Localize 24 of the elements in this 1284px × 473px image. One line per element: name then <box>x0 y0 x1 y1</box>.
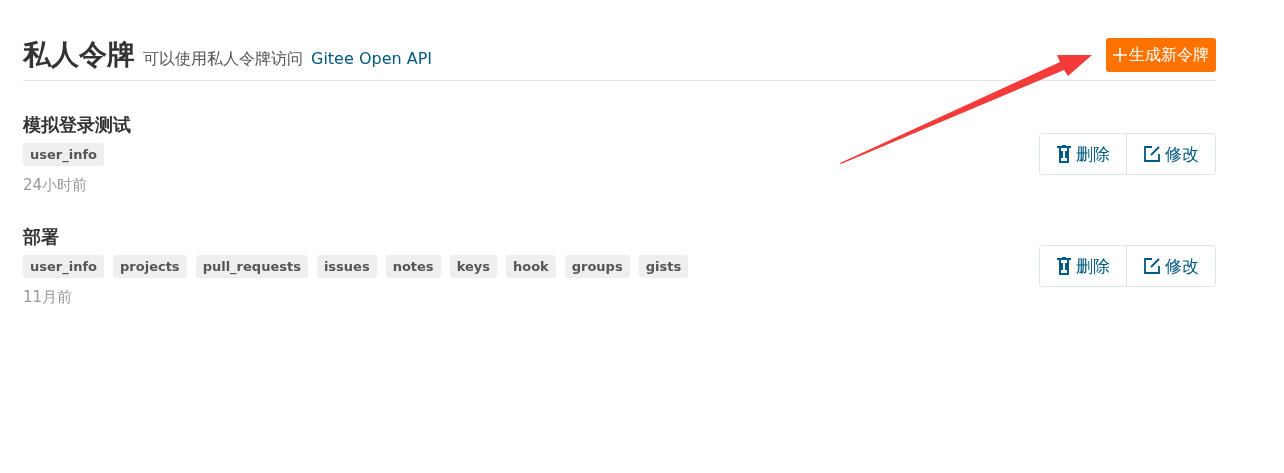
edit-icon <box>1143 257 1161 275</box>
scope-tag: notes <box>385 255 441 278</box>
page-subtitle: 可以使用私人令牌访问 <box>143 49 303 70</box>
token-time: 11月前 <box>23 288 74 307</box>
scope-tag: user_info <box>23 255 105 278</box>
token-name: 部署 <box>23 225 60 249</box>
scope-tag: gists <box>638 255 689 278</box>
page-title: 私人令牌 <box>23 37 135 73</box>
token-name: 模拟登录测试 <box>23 113 131 137</box>
trash-icon <box>1056 257 1072 275</box>
scope-tag: keys <box>449 255 497 278</box>
plus-icon <box>1113 48 1127 62</box>
scope-tag: groups <box>564 255 630 278</box>
token-time: 24小时前 <box>23 176 89 195</box>
scope-tag: user_info <box>23 143 105 166</box>
scope-tag: pull_requests <box>195 255 308 278</box>
edit-button[interactable]: 修改 <box>1126 134 1215 174</box>
scope-tag: hook <box>505 255 556 278</box>
scope-tag: projects <box>113 255 187 278</box>
scope-tag: issues <box>316 255 377 278</box>
trash-icon <box>1056 145 1072 163</box>
api-link[interactable]: Gitee Open API <box>311 49 433 68</box>
edit-icon <box>1143 145 1161 163</box>
edit-button[interactable]: 修改 <box>1126 246 1215 286</box>
